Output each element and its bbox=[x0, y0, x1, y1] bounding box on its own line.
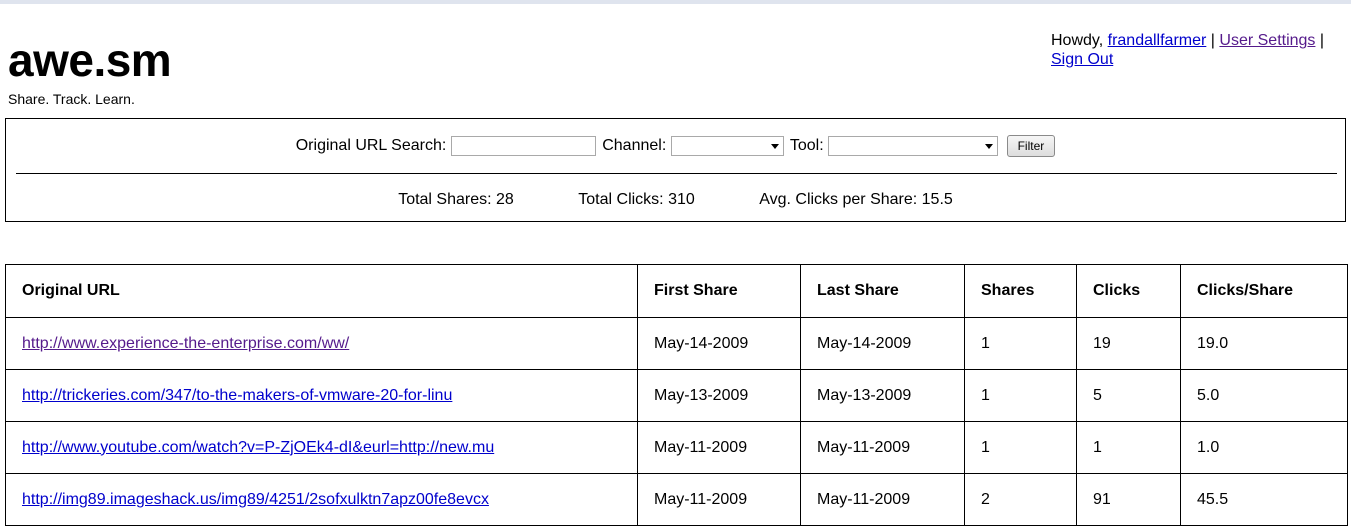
channel-label: Channel: bbox=[602, 137, 667, 155]
clicks-cell: 19 bbox=[1076, 317, 1181, 370]
first-share-cell: May-13-2009 bbox=[637, 369, 801, 422]
top-border bbox=[0, 0, 1351, 4]
clicks-cell: 91 bbox=[1076, 473, 1181, 526]
separator: | bbox=[1210, 32, 1215, 49]
url-cell: http://trickeries.com/347/to-the-makers-… bbox=[5, 369, 638, 422]
filter-row: Original URL Search: Channel: Tool: Filt… bbox=[6, 135, 1345, 157]
total-clicks: Total Clicks: 310 bbox=[578, 191, 695, 208]
url-link[interactable]: http://img89.imageshack.us/img89/4251/2s… bbox=[22, 491, 489, 508]
col-original-url: Original URL bbox=[5, 264, 638, 318]
table-row: http://www.experience-the-enterprise.com… bbox=[5, 317, 1348, 370]
stats-row: Total Shares: 28 Total Clicks: 310 Avg. … bbox=[6, 190, 1345, 210]
dropdown-arrow-icon bbox=[985, 144, 994, 149]
url-link[interactable]: http://trickeries.com/347/to-the-makers-… bbox=[22, 387, 452, 404]
divider bbox=[16, 173, 1337, 174]
col-clicks: Clicks bbox=[1076, 264, 1181, 318]
user-settings-link[interactable]: User Settings bbox=[1219, 32, 1315, 49]
shares-cell: 1 bbox=[964, 369, 1077, 422]
separator: | bbox=[1319, 32, 1325, 49]
url-search-label: Original URL Search: bbox=[295, 137, 447, 155]
tagline: Share. Track. Learn. bbox=[8, 91, 135, 107]
shares-cell: 1 bbox=[964, 421, 1077, 474]
url-search-input[interactable] bbox=[450, 136, 596, 156]
col-last-share: Last Share bbox=[800, 264, 965, 318]
col-clicks-per-share: Clicks/Share bbox=[1180, 264, 1348, 318]
first-share-cell: May-11-2009 bbox=[637, 473, 801, 526]
col-shares: Shares bbox=[964, 264, 1077, 318]
greeting-text: Howdy, bbox=[1051, 32, 1104, 49]
url-link[interactable]: http://www.youtube.com/watch?v=P-ZjOEk4-… bbox=[22, 439, 494, 456]
clicks-per-share-cell: 5.0 bbox=[1180, 369, 1348, 422]
total-shares: Total Shares: 28 bbox=[398, 191, 514, 208]
tool-label: Tool: bbox=[789, 137, 824, 155]
table-header-row: Original URL First Share Last Share Shar… bbox=[5, 264, 1348, 318]
url-cell: http://www.experience-the-enterprise.com… bbox=[5, 317, 638, 370]
shares-table: Original URL First Share Last Share Shar… bbox=[5, 264, 1348, 526]
clicks-per-share-cell: 1.0 bbox=[1180, 421, 1348, 474]
clicks-cell: 5 bbox=[1076, 369, 1181, 422]
table-row: http://trickeries.com/347/to-the-makers-… bbox=[5, 369, 1348, 422]
table-row: http://img89.imageshack.us/img89/4251/2s… bbox=[5, 473, 1348, 526]
first-share-cell: May-14-2009 bbox=[637, 317, 801, 370]
user-menu: Howdy, frandallfarmer | User Settings | … bbox=[1051, 31, 1351, 69]
avg-clicks-per-share: Avg. Clicks per Share: 15.5 bbox=[759, 191, 953, 208]
first-share-cell: May-11-2009 bbox=[637, 421, 801, 474]
filter-panel: Original URL Search: Channel: Tool: Filt… bbox=[5, 118, 1346, 222]
shares-cell: 2 bbox=[964, 473, 1077, 526]
table-row: http://www.youtube.com/watch?v=P-ZjOEk4-… bbox=[5, 421, 1348, 474]
last-share-cell: May-14-2009 bbox=[800, 317, 965, 370]
dropdown-arrow-icon bbox=[770, 144, 779, 149]
last-share-cell: May-11-2009 bbox=[800, 421, 965, 474]
clicks-cell: 1 bbox=[1076, 421, 1181, 474]
clicks-per-share-cell: 45.5 bbox=[1180, 473, 1348, 526]
last-share-cell: May-13-2009 bbox=[800, 369, 965, 422]
clicks-per-share-cell: 19.0 bbox=[1180, 317, 1348, 370]
last-share-cell: May-11-2009 bbox=[800, 473, 965, 526]
url-cell: http://img89.imageshack.us/img89/4251/2s… bbox=[5, 473, 638, 526]
filter-button[interactable]: Filter bbox=[1006, 135, 1056, 157]
channel-select[interactable] bbox=[670, 136, 784, 156]
tool-select[interactable] bbox=[828, 136, 999, 156]
url-cell: http://www.youtube.com/watch?v=P-ZjOEk4-… bbox=[5, 421, 638, 474]
username-link[interactable]: frandallfarmer bbox=[1108, 32, 1207, 49]
col-first-share: First Share bbox=[637, 264, 801, 318]
app-logo: awe.sm bbox=[8, 34, 172, 86]
shares-cell: 1 bbox=[964, 317, 1077, 370]
sign-out-link[interactable]: Sign Out bbox=[1051, 51, 1113, 68]
url-link[interactable]: http://www.experience-the-enterprise.com… bbox=[22, 335, 349, 352]
